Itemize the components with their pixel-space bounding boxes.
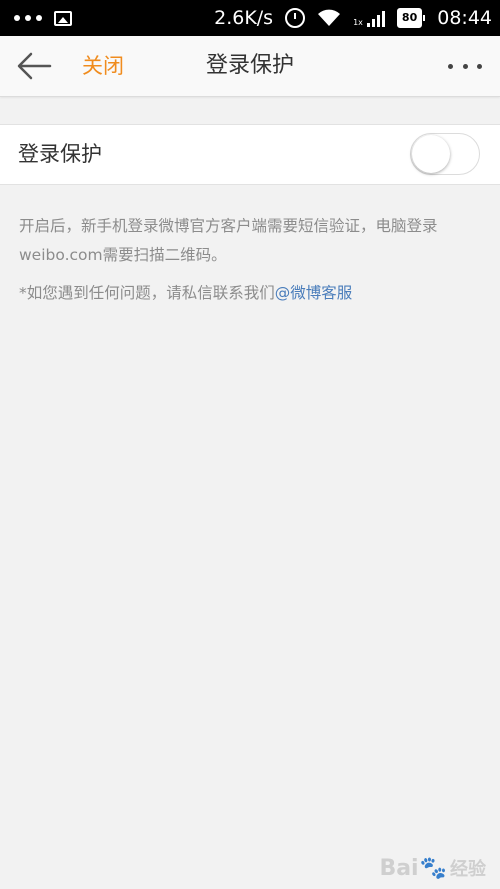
more-button[interactable] — [448, 52, 482, 80]
back-button[interactable] — [14, 46, 54, 86]
more-dots-icon — [14, 15, 42, 21]
back-arrow-icon — [17, 52, 52, 80]
clock: 08:44 — [437, 7, 492, 29]
status-bar: 2.6K/s 1x 80 08:44 — [0, 0, 500, 36]
login-protection-label: 登录保护 — [18, 142, 102, 166]
status-bar-left — [14, 0, 72, 36]
baidu-jingyan-watermark: Bai 🐾 经验 — [379, 855, 486, 881]
description-text: 开启后，新手机登录微博官方客户端需要短信验证，电脑登录weibo.com需要扫描… — [19, 217, 438, 264]
weibo-service-link[interactable]: @微博客服 — [275, 284, 353, 302]
help-note-text: *如您遇到任何问题，请私信联系我们 — [19, 284, 275, 302]
screen: 2.6K/s 1x 80 08:44 关闭 登录保护 登录保护 开启后，新手机登… — [0, 0, 500, 889]
status-bar-right: 2.6K/s 1x 80 08:44 — [214, 0, 492, 36]
close-button[interactable]: 关闭 — [82, 36, 124, 96]
signal-label: 1x — [353, 18, 363, 27]
login-protection-toggle[interactable] — [410, 133, 480, 175]
watermark-left: Bai — [379, 855, 419, 881]
image-icon — [54, 10, 72, 26]
toggle-knob — [412, 135, 450, 173]
nav-bar: 关闭 登录保护 — [0, 36, 500, 97]
watermark-right: 经验 — [450, 859, 486, 880]
net-speed: 2.6K/s — [214, 7, 274, 29]
wifi-icon — [318, 9, 341, 26]
battery-level: 80 — [396, 8, 423, 28]
battery-icon: 80 — [396, 8, 426, 28]
alarm-icon — [285, 8, 306, 28]
login-protection-row: 登录保护 — [0, 124, 500, 185]
paw-icon: 🐾 — [419, 855, 447, 881]
signal-icon: 1x — [353, 9, 385, 27]
page-title: 登录保护 — [205, 53, 294, 78]
more-icon — [448, 63, 453, 69]
help-note: *如您遇到任何问题，请私信联系我们@微博客服 — [19, 280, 481, 306]
